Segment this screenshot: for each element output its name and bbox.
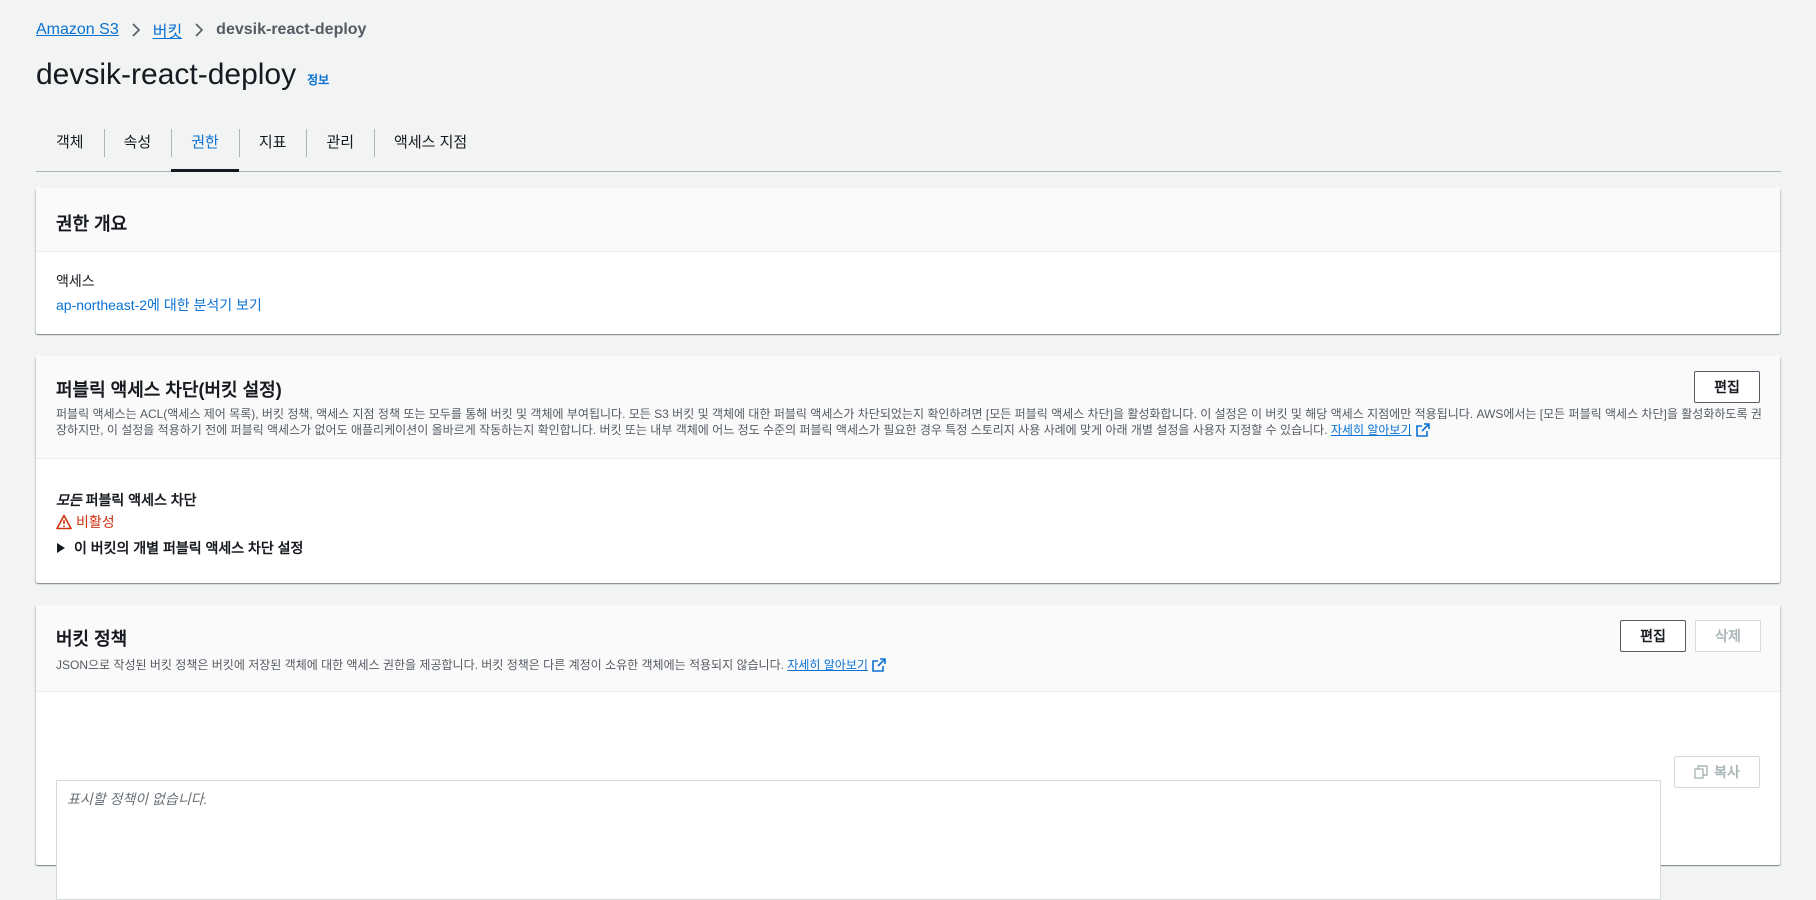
- caret-right-icon: [56, 542, 66, 554]
- block-all-label: 모든 퍼블릭 액세스 차단: [56, 490, 196, 510]
- policy-placeholder: 표시할 정책이 없습니다.: [67, 791, 208, 807]
- block-public-access-panel: 퍼블릭 액세스 차단(버킷 설정) 편집 퍼블릭 액세스는 ACL(액세스 제어…: [36, 356, 1780, 583]
- expander-label: 이 버킷의 개별 퍼블릭 액세스 차단 설정: [74, 540, 304, 556]
- copy-label: 복사: [1714, 764, 1740, 780]
- tab-properties[interactable]: 속성: [103, 124, 172, 170]
- edit-button[interactable]: 편집: [1694, 371, 1760, 403]
- breadcrumb-amazon-s3[interactable]: Amazon S3: [36, 21, 119, 39]
- tab-management[interactable]: 관리: [306, 124, 374, 170]
- learn-more-label: 자세히 알아보기: [787, 658, 868, 672]
- bucket-policy-panel: 버킷 정책 편집 삭제 JSON으로 작성된 버킷 정책은 버킷에 저장된 객체…: [36, 605, 1780, 900]
- policy-json-viewer[interactable]: 표시할 정책이 없습니다.: [56, 780, 1661, 900]
- block-all-emphasis: 모든: [56, 492, 82, 508]
- block-public-access-description: 퍼블릭 액세스는 ACL(액세스 제어 목록), 버킷 정책, 액세스 지점 정…: [56, 406, 1762, 441]
- individual-settings-expander[interactable]: 이 버킷의 개별 퍼블릭 액세스 차단 설정: [56, 538, 303, 558]
- learn-more-label: 자세히 알아보기: [1330, 423, 1412, 437]
- tab-bar: 객체 속성 권한 지표 관리 액세스 지점: [36, 124, 1781, 172]
- permissions-overview-panel: 권한 개요 액세스 ap-northeast-2에 대한 분석기 보기: [36, 188, 1780, 334]
- tab-metrics[interactable]: 지표: [238, 124, 307, 170]
- status-indicator: 비활성: [56, 512, 115, 532]
- tab-permissions[interactable]: 권한: [171, 124, 239, 172]
- edit-policy-button[interactable]: 편집: [1620, 620, 1686, 652]
- copy-button[interactable]: 복사: [1674, 756, 1760, 788]
- tab-objects[interactable]: 객체: [36, 124, 104, 170]
- block-all-text: 퍼블릭 액세스 차단: [81, 492, 197, 508]
- info-link[interactable]: 정보: [307, 71, 329, 88]
- panel-header: 권한 개요: [36, 188, 1780, 252]
- tab-access-points[interactable]: 액세스 지점: [374, 124, 487, 170]
- breadcrumb-current: devsik-react-deploy: [216, 21, 367, 38]
- breadcrumb-buckets[interactable]: 버킷: [153, 18, 182, 42]
- external-link-icon: [1415, 423, 1430, 441]
- permissions-overview-title: 권한 개요: [56, 214, 128, 234]
- description-text: JSON으로 작성된 버킷 정책은 버킷에 저장된 객체에 대한 액세스 권한을…: [56, 658, 784, 672]
- warning-icon: [56, 514, 72, 530]
- learn-more-link[interactable]: 자세히 알아보기: [1331, 423, 1430, 437]
- panel-header: 퍼블릭 액세스 차단(버킷 설정) 편집 퍼블릭 액세스는 ACL(액세스 제어…: [36, 356, 1780, 459]
- chevron-right-icon: [131, 23, 141, 37]
- delete-policy-button[interactable]: 삭제: [1695, 620, 1761, 652]
- page-title: devsik-react-deploy: [36, 58, 297, 91]
- chevron-right-icon: [194, 23, 204, 37]
- breadcrumb: Amazon S3 버킷 devsik-react-deploy: [36, 18, 366, 42]
- title-row: devsik-react-deploy 정보: [36, 58, 329, 92]
- panel-header: 버킷 정책 편집 삭제 JSON으로 작성된 버킷 정책은 버킷에 저장된 객체…: [36, 605, 1780, 692]
- learn-more-link[interactable]: 자세히 알아보기: [787, 658, 886, 672]
- access-label: 액세스: [56, 273, 95, 289]
- bucket-policy-description: JSON으로 작성된 버킷 정책은 버킷에 저장된 객체에 대한 액세스 권한을…: [56, 657, 886, 676]
- analyzer-link[interactable]: ap-northeast-2에 대한 분석기 보기: [56, 295, 262, 315]
- status-text: 비활성: [76, 514, 115, 530]
- external-link-icon: [872, 658, 886, 676]
- bucket-policy-title: 버킷 정책: [56, 629, 128, 649]
- description-text: 퍼블릭 액세스는 ACL(액세스 제어 목록), 버킷 정책, 액세스 지점 정…: [56, 407, 1762, 437]
- block-public-access-title: 퍼블릭 액세스 차단(버킷 설정): [56, 380, 282, 400]
- copy-icon: [1694, 765, 1708, 779]
